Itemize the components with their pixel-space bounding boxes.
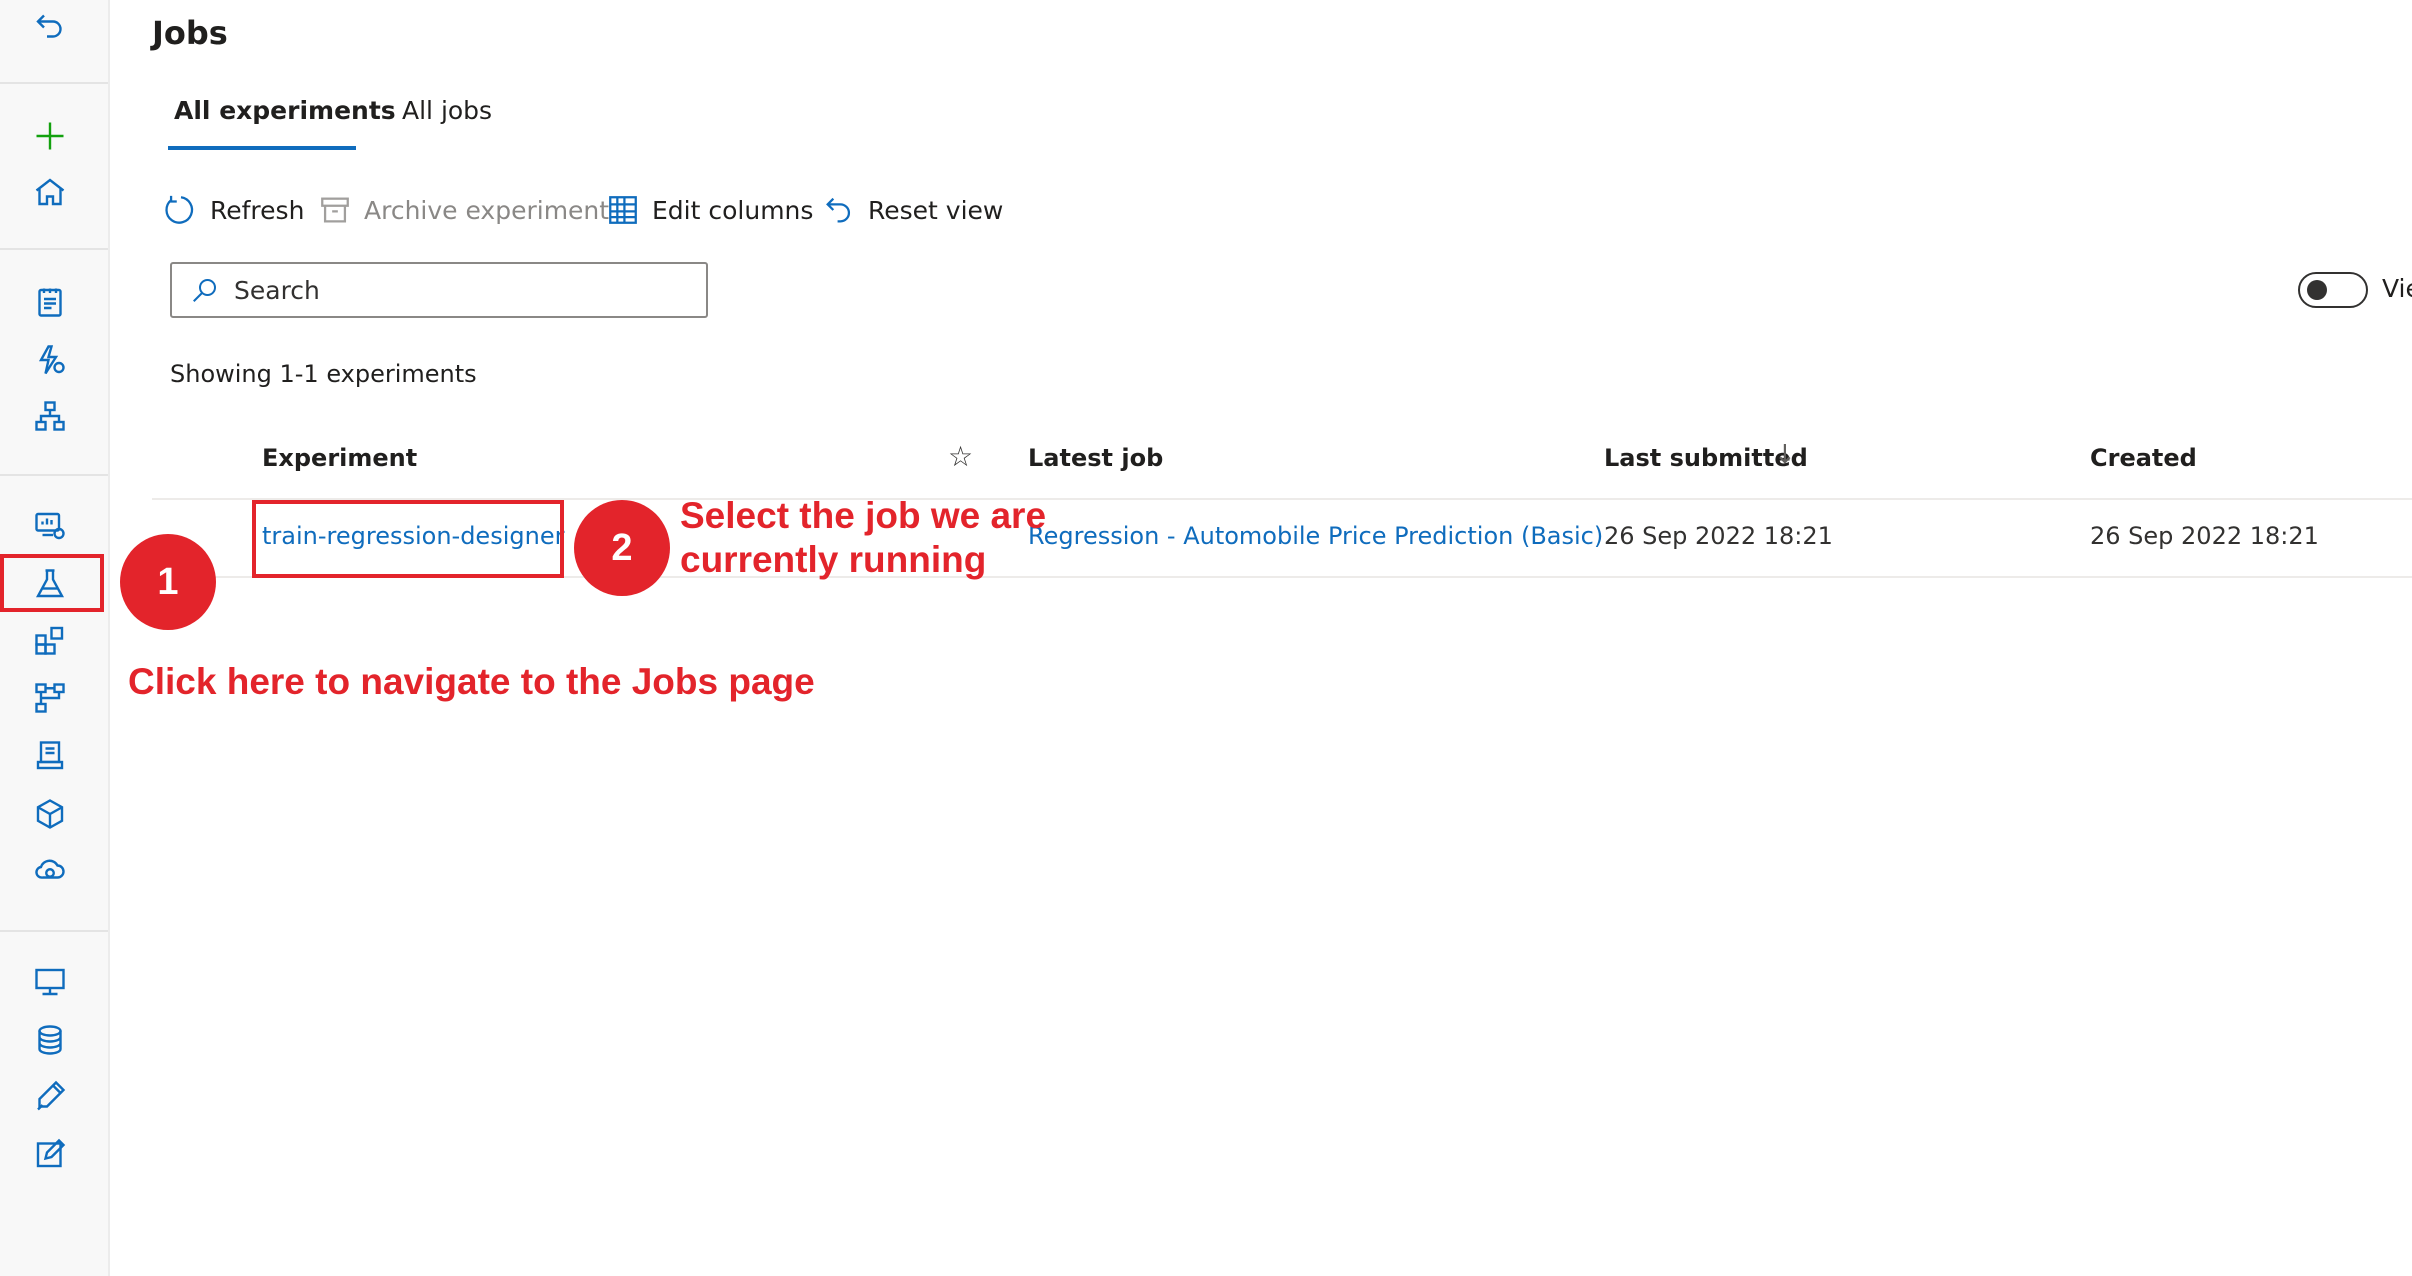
annotation-step-2-text-line2: currently running bbox=[680, 539, 987, 580]
edit-columns-button[interactable]: Edit columns bbox=[606, 190, 813, 230]
linked-services-icon[interactable] bbox=[24, 1128, 76, 1180]
archive-experiment-button[interactable]: Archive experiment bbox=[318, 190, 609, 230]
compute-icon[interactable] bbox=[24, 956, 76, 1008]
collapse-icon[interactable] bbox=[24, 0, 76, 52]
refresh-button[interactable]: Refresh bbox=[164, 190, 304, 230]
column-header-created[interactable]: Created bbox=[2090, 444, 2197, 472]
rail-divider bbox=[0, 474, 108, 476]
sort-descending-icon: ↓ bbox=[1774, 440, 1796, 470]
annotation-step-2-badge: 2 bbox=[574, 500, 670, 596]
tab-all-jobs[interactable]: All jobs bbox=[402, 96, 492, 152]
rail-divider bbox=[0, 82, 108, 84]
datastores-icon[interactable] bbox=[24, 1014, 76, 1066]
last-submitted-cell: 26 Sep 2022 18:21 bbox=[1604, 522, 1833, 550]
annotation-step-1-badge: 1 bbox=[120, 534, 216, 630]
environments-icon[interactable] bbox=[24, 730, 76, 782]
search-input[interactable] bbox=[232, 274, 676, 306]
column-header-experiment[interactable]: Experiment bbox=[262, 444, 417, 472]
annotation-highlight-experiment bbox=[252, 500, 564, 578]
reset-view-label: Reset view bbox=[868, 195, 1004, 225]
edit-columns-label: Edit columns bbox=[652, 195, 814, 225]
add-icon[interactable] bbox=[24, 110, 76, 162]
annotation-step-1-text: Click here to navigate to the Jobs page bbox=[128, 661, 815, 702]
archive-experiment-label: Archive experiment bbox=[364, 195, 610, 225]
toggle-knob bbox=[2307, 280, 2327, 300]
reset-icon bbox=[826, 197, 850, 223]
active-tab-indicator bbox=[168, 146, 356, 150]
data-icon[interactable] bbox=[24, 500, 76, 552]
favorite-star-icon[interactable]: ☆ bbox=[948, 440, 973, 473]
edit-columns-icon bbox=[609, 196, 637, 224]
refresh-label: Refresh bbox=[210, 195, 305, 225]
reset-view-button[interactable]: Reset view bbox=[822, 190, 1003, 230]
annotation-highlight-jobs-nav bbox=[0, 554, 104, 612]
home-icon[interactable] bbox=[24, 166, 76, 218]
components-icon[interactable] bbox=[24, 614, 76, 666]
view-toggle[interactable] bbox=[2298, 272, 2368, 308]
page-title: Jobs bbox=[152, 14, 228, 52]
annotation-step-2-text-line1: Select the job we are bbox=[680, 495, 1047, 536]
rail-divider bbox=[0, 248, 108, 250]
endpoints-icon[interactable] bbox=[24, 844, 76, 896]
column-header-latest-job[interactable]: Latest job bbox=[1028, 444, 1163, 472]
search-icon bbox=[193, 279, 216, 302]
designer-icon[interactable] bbox=[24, 390, 76, 442]
models-icon[interactable] bbox=[24, 788, 76, 840]
rail-divider bbox=[0, 930, 108, 932]
archive-icon bbox=[321, 197, 349, 223]
left-nav-rail bbox=[0, 0, 110, 1276]
pipelines-icon[interactable] bbox=[24, 672, 76, 724]
created-cell: 26 Sep 2022 18:21 bbox=[2090, 522, 2319, 550]
search-box[interactable] bbox=[170, 262, 708, 318]
notebook-icon[interactable] bbox=[24, 276, 76, 328]
showing-count: Showing 1-1 experiments bbox=[170, 360, 477, 388]
tab-all-experiments[interactable]: All experiments bbox=[174, 96, 396, 152]
data-labeling-icon[interactable] bbox=[24, 1070, 76, 1122]
latest-job-link[interactable]: Regression - Automobile Price Prediction… bbox=[1028, 522, 1603, 550]
automated-ml-icon[interactable] bbox=[24, 334, 76, 386]
view-toggle-label: Vie bbox=[2382, 274, 2412, 303]
refresh-icon bbox=[165, 195, 194, 224]
